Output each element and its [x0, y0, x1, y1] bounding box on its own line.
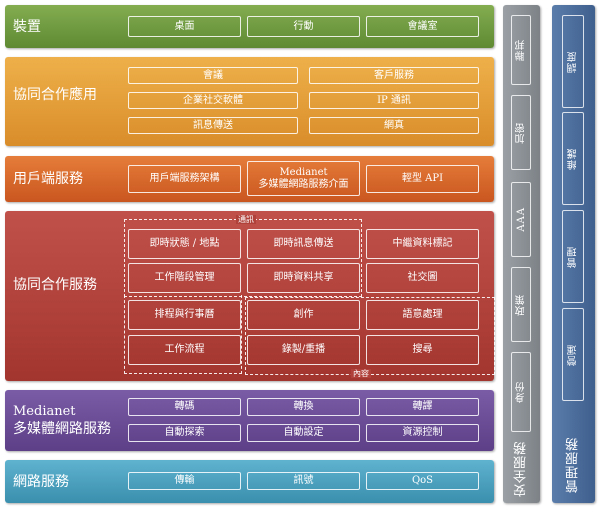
collab-apps-layer: 協同合作應用 會議 客戶服務 企業社交軟體 IP 通訊 訊息傳送 網真 [5, 57, 494, 146]
network-signaling[interactable]: 訊號 [247, 472, 360, 490]
svc-presence-location[interactable]: 即時狀態 / 地點 [128, 229, 241, 259]
app-telepresence[interactable]: 網真 [309, 117, 479, 134]
svc-search[interactable]: 搜尋 [366, 335, 479, 365]
app-messaging[interactable]: 訊息傳送 [128, 117, 298, 134]
medianet-layer: Medianet 多媒體網路服務 轉碼 轉換 轉譯 自動探索 自動設定 資源控制 [5, 390, 494, 451]
collab-services-title: 協同合作服務 [13, 277, 97, 293]
app-ip-communication[interactable]: IP 通訊 [309, 92, 479, 109]
client-services-layer: 用戶端服務 用戶端服務架構 Medianet 多媒體網路服務介面 輕型 API [5, 156, 494, 202]
medianet-interface[interactable]: Medianet 多媒體網路服務介面 [247, 161, 360, 196]
security-identity[interactable]: 身份 [511, 352, 531, 432]
mgmt-orchestration[interactable]: 調度 [562, 15, 584, 108]
security-encryption[interactable]: 加密 [511, 95, 531, 170]
svc-session-management[interactable]: 工作階段管理 [128, 263, 241, 293]
medianet-translation[interactable]: 轉譯 [366, 398, 479, 416]
svc-social-graph[interactable]: 社交圖 [366, 263, 479, 293]
devices-layer: 裝置 桌面 行動 會議室 [5, 5, 494, 48]
management-services-column: 調度 維護 管理 營運 管理服務 [552, 5, 595, 503]
medianet-title-zh: 多媒體網路服務 [13, 421, 111, 437]
mgmt-maintenance-label: 維護 [567, 147, 579, 170]
security-services-title: 安全服務 [513, 441, 529, 497]
mgmt-administration-label: 管理 [567, 245, 579, 268]
medianet-resource-control[interactable]: 資源控制 [366, 424, 479, 442]
security-aaa-label: AAA [515, 207, 527, 232]
medianet-interface-line1: Medianet [279, 166, 328, 178]
client-services-title: 用戶端服務 [13, 171, 83, 187]
app-enterprise-social[interactable]: 企業社交軟體 [128, 92, 298, 109]
network-transport[interactable]: 傳輸 [128, 472, 241, 490]
mgmt-operations-label: 營運 [567, 343, 579, 366]
communication-group-label: 通訊 [236, 215, 256, 224]
medianet-title-en: Medianet [13, 404, 76, 419]
medianet-transcoding[interactable]: 轉碼 [128, 398, 241, 416]
mgmt-maintenance[interactable]: 維護 [562, 112, 584, 205]
device-meeting-room[interactable]: 會議室 [366, 16, 479, 37]
client-framework[interactable]: 用戶端服務架構 [128, 165, 241, 193]
collab-apps-title: 協同合作應用 [13, 87, 97, 103]
medianet-conversion[interactable]: 轉換 [247, 398, 360, 416]
security-services-column: 聯邦 加密 AAA 政策 身份 安全服務 [503, 5, 540, 503]
collab-services-layer: 協同合作服務 通訊 內容 即時狀態 / 地點 即時訊息傳送 中繼資料標記 工作階… [5, 211, 495, 381]
svc-workflow[interactable]: 工作流程 [128, 335, 241, 365]
devices-title: 裝置 [13, 19, 41, 35]
device-desktop[interactable]: 桌面 [128, 16, 241, 37]
mgmt-operations[interactable]: 營運 [562, 308, 584, 401]
security-federation-label: 聯邦 [515, 39, 527, 61]
network-qos[interactable]: QoS [366, 472, 479, 490]
lightweight-api[interactable]: 輕型 API [366, 165, 479, 193]
app-customer-service[interactable]: 客戶服務 [309, 67, 479, 84]
svc-realtime-data-sharing[interactable]: 即時資料共享 [247, 263, 360, 293]
svc-record-playback[interactable]: 錄製/重播 [247, 335, 360, 365]
mgmt-orchestration-label: 調度 [567, 50, 579, 73]
network-services-title: 網路服務 [13, 474, 69, 490]
svc-semantic-processing[interactable]: 語意處理 [366, 300, 479, 330]
medianet-interface-line2: 多媒體網路服務介面 [258, 178, 349, 190]
security-identity-label: 身份 [515, 381, 527, 403]
security-federation[interactable]: 聯邦 [511, 15, 531, 85]
medianet-auto-discovery[interactable]: 自動探索 [128, 424, 241, 442]
content-group-label: 內容 [351, 369, 371, 378]
app-meeting[interactable]: 會議 [128, 67, 298, 84]
svc-instant-messaging[interactable]: 即時訊息傳送 [247, 229, 360, 259]
svc-scheduling-calendar[interactable]: 排程與行事曆 [128, 300, 241, 330]
security-policy[interactable]: 政策 [511, 267, 531, 342]
security-encryption-label: 加密 [515, 121, 527, 144]
svc-metadata-tagging[interactable]: 中繼資料標記 [366, 229, 479, 259]
security-policy-label: 政策 [515, 293, 527, 316]
mgmt-administration[interactable]: 管理 [562, 210, 584, 303]
network-services-layer: 網路服務 傳輸 訊號 QoS [5, 460, 494, 503]
medianet-auto-config[interactable]: 自動設定 [247, 424, 360, 442]
management-services-title: 管理服務 [565, 437, 581, 493]
device-mobile[interactable]: 行動 [247, 16, 360, 37]
security-aaa[interactable]: AAA [511, 182, 531, 257]
svc-authoring[interactable]: 創作 [247, 300, 360, 330]
